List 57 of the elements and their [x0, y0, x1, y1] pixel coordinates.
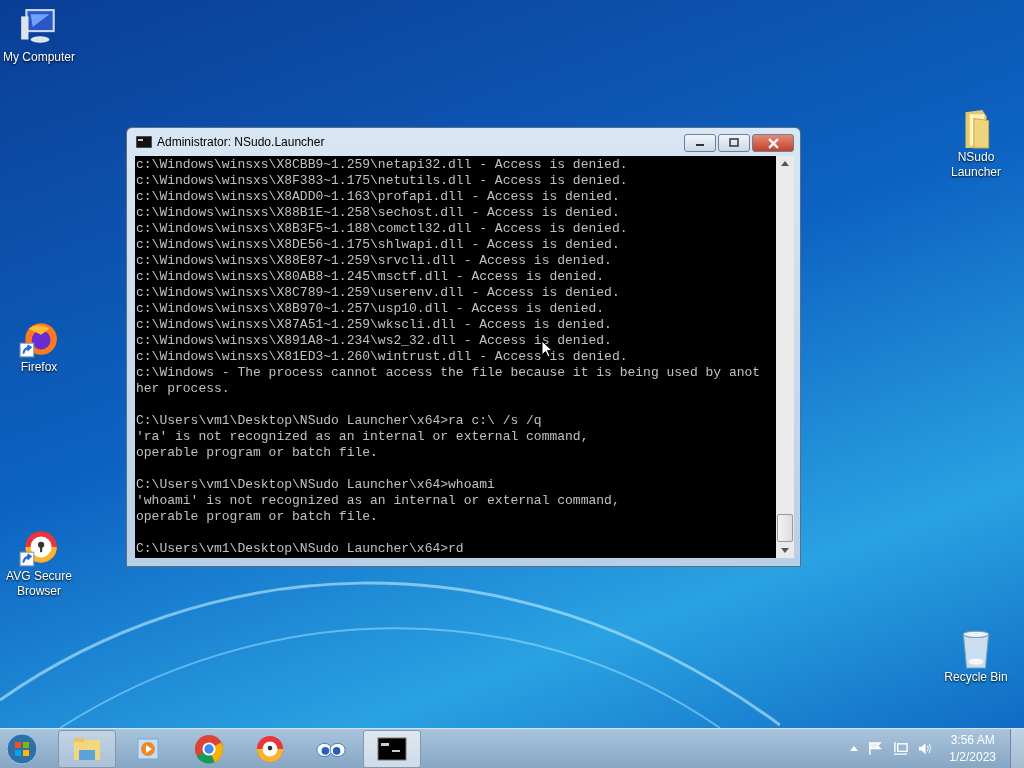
desktop-icon-label: My Computer	[3, 50, 75, 65]
console-line: c:\Windows\winsxs\X8C789~1.259\userenv.dll - Access is denied.	[136, 285, 621, 301]
console-line: c:\Windows\winsxs\X88E87~1.259\srvcli.dll - Access is denied.	[136, 253, 613, 269]
console-line: c:\Windows\winsxs\X8B3F5~1.188\comctl32.dll - Access is denied.	[136, 221, 629, 237]
desktop-icon-label: NSudo Launcher	[949, 150, 1002, 180]
console-line: c:\Windows\winsxs\X8ADD0~1.163\profapi.dll - Access is denied.	[136, 189, 621, 205]
show-hidden-icons-icon[interactable]	[850, 746, 859, 751]
desktop-shortcut[interactable]: Firefox	[0, 318, 78, 375]
console-line: c:\Windows\winsxs\X8F383~1.175\netutils.dll - Access is denied.	[136, 173, 629, 189]
console-line: c:\Windows\winsxs\X8DE56~1.175\shlwapi.dll - Access is denied.	[136, 237, 621, 253]
window-title: Administrator: NSudo.Launcher	[157, 135, 326, 149]
console-line: c:\Windows - The process cannot access the file because it is being used by anot	[136, 365, 762, 381]
console-line: C:\Users\vm1\Desktop\NSudo Launcher\x64>ra c:\ /s /q	[136, 413, 543, 429]
console-line: c:\Windows\winsxs\X88B1E~1.258\sechost.dll - Access is denied.	[136, 205, 621, 221]
volume-icon[interactable]	[918, 741, 934, 756]
chrome-browser-icon	[194, 733, 224, 764]
maximize-icon	[729, 138, 739, 148]
folder-icon	[72, 735, 102, 762]
console-line: c:\Windows\winsxs\X87A51~1.259\wkscli.dll - Access is denied.	[136, 317, 613, 333]
windows-logo-icon	[6, 732, 38, 765]
console-line: operable program or batch file.	[136, 445, 379, 461]
maximize-button[interactable]	[718, 134, 750, 152]
desktop-shortcut[interactable]: My Computer	[0, 8, 78, 65]
console-icon	[377, 736, 407, 761]
flag-icon[interactable]	[868, 741, 884, 756]
close-icon	[767, 137, 779, 149]
taskbar-button[interactable]	[363, 729, 421, 768]
console-line: operable program or batch file.	[136, 509, 379, 525]
console-line: c:\Windows\winsxs\X81ED3~1.260\wintrust.dll - Access is denied.	[136, 349, 629, 365]
console-line: c:\Windows\winsxs\X891A8~1.234\ws2_32.dll - Access is denied.	[136, 333, 613, 349]
media-player-icon	[135, 735, 161, 762]
console-line: 'whoami' is not recognized as an internal or external command,	[136, 493, 621, 509]
shield-browser-icon	[255, 733, 285, 764]
console-line: C:\Users\vm1\Desktop\NSudo Launcher\x64>whoami	[136, 477, 496, 493]
scroll-down-icon	[781, 548, 789, 553]
scroll-thumb[interactable]	[777, 514, 793, 542]
console-line: c:\Windows\winsxs\X80AB8~1.245\msctf.dll - Access is denied.	[136, 269, 606, 285]
console-line: her process.	[136, 381, 231, 397]
console-line: 'ra' is not recognized as an internal or external command,	[136, 429, 590, 445]
desktop-icon-label: Recycle Bin	[944, 670, 1008, 685]
network-icon[interactable]	[893, 741, 909, 756]
scroll-up-icon	[781, 161, 789, 166]
clock-time: 3:56 AM	[950, 731, 995, 749]
desktop-icon-label: AVG Secure Browser	[5, 569, 73, 599]
close-button[interactable]	[752, 134, 794, 152]
desktop-shortcut[interactable]: NSudo Launcher	[937, 108, 1015, 180]
desktop-shortcut[interactable]: AVG Secure Browser	[0, 527, 78, 599]
console-line: c:\Windows\winsxs\X8CBB9~1.259\netapi32.dll - Access is denied.	[136, 157, 629, 173]
desktop-shortcut[interactable]: Recycle Bin	[937, 628, 1015, 685]
minimize-button[interactable]	[684, 134, 716, 152]
console-line: C:\Users\vm1\Desktop\NSudo Launcher\x64>rd	[136, 541, 465, 557]
console-icon	[136, 136, 152, 148]
desktop-icon-label: Firefox	[20, 360, 58, 375]
console-line: c:\Windows\winsxs\X8B970~1.257\usp10.dll - Access is denied.	[136, 301, 606, 317]
scrollbar[interactable]	[776, 156, 794, 558]
clock-date: 1/2/2023	[949, 748, 996, 766]
show-desktop-button[interactable]	[1010, 728, 1024, 768]
